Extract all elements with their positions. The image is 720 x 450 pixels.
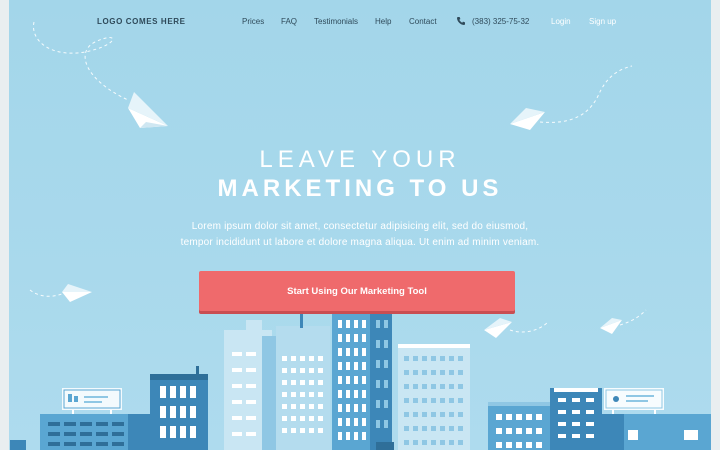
- nav-item-testimonials[interactable]: Testimonials: [314, 17, 358, 26]
- paper-plane-1: [128, 92, 168, 128]
- flight-path-1: [33, 21, 129, 101]
- nav-item-help[interactable]: Help: [375, 17, 391, 26]
- hero-description-line-1: Lorem ipsum dolor sit amet, consectetur …: [191, 221, 529, 232]
- flight-path-3: [29, 289, 67, 297]
- hero-description-line-2: tempor incididunt ut labore et dolore ma…: [180, 237, 540, 248]
- phone-icon: [457, 17, 465, 25]
- paper-plane-2: [510, 108, 545, 130]
- nav-item-contact[interactable]: Contact: [409, 17, 437, 26]
- login-link[interactable]: Login: [551, 17, 571, 26]
- flight-path-4: [509, 321, 549, 333]
- hero-title-line-1: LEAVE YOUR: [259, 146, 461, 173]
- paper-plane-4: [484, 318, 512, 338]
- flight-path-2: [539, 65, 633, 123]
- start-using-tool-button[interactable]: Start Using Our Marketing Tool: [199, 271, 515, 311]
- nav-item-faq[interactable]: FAQ: [281, 17, 297, 26]
- city-skyline: [10, 312, 712, 450]
- flight-path-5: [619, 309, 647, 326]
- landing-page: LOGO COMES HERE Prices FAQ Testimonials …: [0, 0, 720, 450]
- signup-link[interactable]: Sign up: [589, 17, 616, 26]
- nav-item-prices[interactable]: Prices: [242, 17, 264, 26]
- phone-contact[interactable]: (383) 325-75-32: [456, 16, 529, 26]
- paper-plane-5: [600, 318, 622, 334]
- phone-number: (383) 325-75-32: [472, 16, 530, 26]
- hero-title-line-2: MARKETING TO US: [217, 175, 503, 202]
- logo[interactable]: LOGO COMES HERE: [97, 17, 186, 26]
- paper-plane-3: [62, 284, 92, 302]
